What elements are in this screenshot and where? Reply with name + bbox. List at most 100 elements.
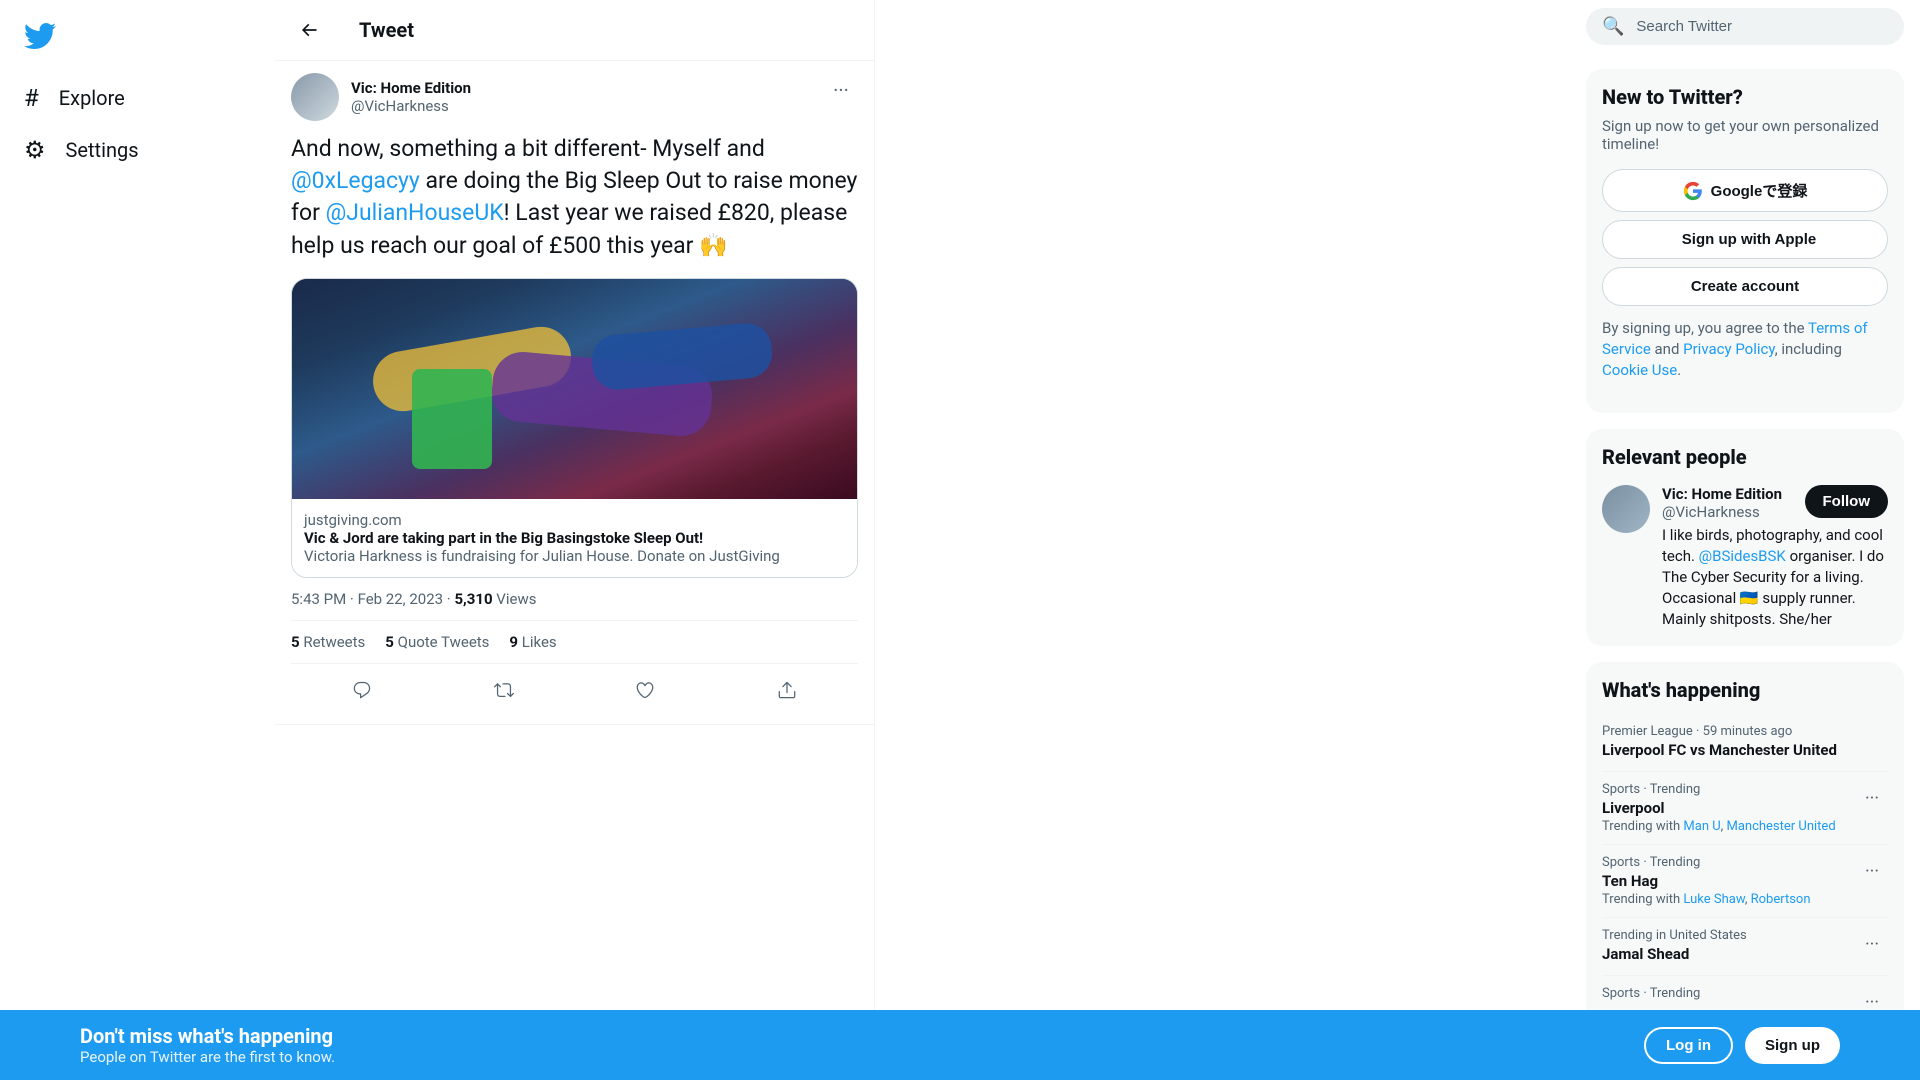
tweet-stats: 5 Retweets 5 Quote Tweets 9 Likes bbox=[291, 620, 858, 664]
trend-link-robertson[interactable]: Robertson bbox=[1751, 892, 1811, 907]
right-sidebar: 🔍 New to Twitter? Sign up now to get you… bbox=[1570, 0, 1920, 1080]
share-icon bbox=[777, 680, 797, 700]
tweet-image-canvas bbox=[292, 279, 857, 499]
hashtag-icon: # bbox=[24, 84, 39, 112]
sidebar: # Explore ⚙ Settings bbox=[0, 0, 275, 1080]
trend-more-button[interactable]: ··· bbox=[1856, 782, 1888, 814]
terms-text: By signing up, you agree to the Terms of… bbox=[1602, 318, 1888, 381]
banner-signup-button[interactable]: Sign up bbox=[1745, 1027, 1840, 1064]
like-button[interactable] bbox=[627, 672, 663, 708]
trend-row: Trending in United States Jamal Shead ··… bbox=[1602, 928, 1888, 965]
trend-more-button[interactable]: ··· bbox=[1856, 928, 1888, 960]
tweet-more-button[interactable]: ··· bbox=[824, 73, 858, 107]
likes-stat: 9 Likes bbox=[509, 633, 556, 651]
trend-meta: Premier League · 59 minutes ago bbox=[1602, 724, 1837, 739]
gear-icon: ⚙ bbox=[24, 136, 46, 164]
trend-link-manutd[interactable]: Manchester United bbox=[1726, 819, 1835, 834]
tweet-time: 5:43 PM · Feb 22, 2023 bbox=[291, 590, 443, 608]
trend-content: Sports · Trending Liverpool Trending wit… bbox=[1602, 782, 1836, 834]
trend-name: Jamal Shead bbox=[1602, 945, 1747, 963]
tweet-page-header: Tweet bbox=[275, 0, 874, 61]
sidebar-item-settings[interactable]: ⚙ Settings bbox=[12, 124, 151, 176]
mention-link-legacy[interactable]: @0xLegacyy bbox=[291, 167, 420, 194]
person-handle[interactable]: @VicHarkness bbox=[1662, 503, 1782, 521]
person-name[interactable]: Vic: Home Edition bbox=[1662, 485, 1782, 503]
trend-row: Sports · Trending Ten Hag Trending with … bbox=[1602, 855, 1888, 907]
apple-signup-button[interactable]: Sign up with Apple bbox=[1602, 220, 1888, 259]
mention-link-julian[interactable]: @JulianHouseUK bbox=[326, 199, 504, 226]
share-button[interactable] bbox=[769, 672, 805, 708]
heart-icon bbox=[635, 680, 655, 700]
new-to-twitter-panel: New to Twitter? Sign up now to get your … bbox=[1586, 69, 1904, 413]
person-name-handle: Vic: Home Edition @VicHarkness bbox=[1662, 485, 1782, 521]
link-preview-text: justgiving.com Vic & Jord are taking par… bbox=[292, 499, 857, 577]
create-account-button[interactable]: Create account bbox=[1602, 267, 1888, 306]
back-button[interactable] bbox=[291, 12, 327, 48]
sidebar-item-explore-label: Explore bbox=[59, 86, 125, 110]
bottom-banner: Don't miss what's happening People on Tw… bbox=[0, 1010, 1920, 1080]
trend-content: Premier League · 59 minutes ago Liverpoo… bbox=[1602, 724, 1837, 761]
cookie-use-link[interactable]: Cookie Use bbox=[1602, 361, 1677, 379]
trend-item-liverpool[interactable]: Sports · Trending Liverpool Trending wit… bbox=[1602, 772, 1888, 845]
trend-content: Trending in United States Jamal Shead bbox=[1602, 928, 1747, 965]
trend-name: Ten Hag bbox=[1602, 872, 1811, 890]
trend-content: Sports · Trending Ten Hag Trending with … bbox=[1602, 855, 1811, 907]
twitter-logo[interactable] bbox=[12, 8, 68, 68]
tweet-body: Vic: Home Edition @VicHarkness ··· And n… bbox=[275, 61, 874, 725]
apple-signup-label: Sign up with Apple bbox=[1682, 231, 1816, 248]
trend-content: Sports · Trending bbox=[1602, 986, 1700, 1001]
banner-login-button[interactable]: Log in bbox=[1644, 1027, 1733, 1064]
tweet-views-label: Views bbox=[496, 590, 536, 608]
new-to-twitter-subtitle: Sign up now to get your own personalized… bbox=[1602, 117, 1888, 153]
trend-item-jamal[interactable]: Trending in United States Jamal Shead ··… bbox=[1602, 918, 1888, 976]
google-signup-label: Googleで登録 bbox=[1711, 180, 1808, 201]
author-name[interactable]: Vic: Home Edition bbox=[351, 79, 471, 97]
tweet-link-preview-card[interactable]: justgiving.com Vic & Jord are taking par… bbox=[291, 278, 858, 578]
trend-link-lukeshaw[interactable]: Luke Shaw bbox=[1683, 892, 1744, 907]
banner-text: Don't miss what's happening People on Tw… bbox=[80, 1024, 335, 1066]
tweet-author-row: Vic: Home Edition @VicHarkness ··· bbox=[291, 73, 858, 121]
link-description: Victoria Harkness is fundraising for Jul… bbox=[304, 547, 845, 565]
trend-meta: Sports · Trending bbox=[1602, 986, 1700, 1001]
trend-meta: Trending in United States bbox=[1602, 928, 1747, 943]
google-icon bbox=[1683, 181, 1703, 201]
tweet-actions bbox=[291, 668, 858, 712]
trend-desc: Trending with Man U, Manchester United bbox=[1602, 819, 1836, 834]
new-to-twitter-title: New to Twitter? bbox=[1602, 85, 1888, 109]
privacy-policy-link[interactable]: Privacy Policy bbox=[1683, 340, 1775, 358]
follow-button[interactable]: Follow bbox=[1805, 485, 1889, 518]
trend-meta: Sports · Trending bbox=[1602, 855, 1811, 870]
whats-happening-title: What's happening bbox=[1602, 678, 1888, 702]
retweet-button[interactable] bbox=[486, 672, 522, 708]
person-info: Vic: Home Edition @VicHarkness Follow I … bbox=[1662, 485, 1888, 630]
tweet-timestamp: 5:43 PM · Feb 22, 2023 · 5,310 Views bbox=[291, 590, 858, 608]
relevant-people-title: Relevant people bbox=[1602, 445, 1888, 469]
quote-tweets-stat: 5 Quote Tweets bbox=[385, 633, 489, 651]
sidebar-item-explore[interactable]: # Explore bbox=[12, 72, 137, 124]
reply-button[interactable] bbox=[344, 672, 380, 708]
trend-link-manu[interactable]: Man U bbox=[1683, 819, 1720, 834]
author-handle[interactable]: @VicHarkness bbox=[351, 97, 471, 115]
trend-row: Sports · Trending Liverpool Trending wit… bbox=[1602, 782, 1888, 834]
search-bar: 🔍 bbox=[1586, 0, 1904, 53]
search-icon: 🔍 bbox=[1602, 16, 1624, 37]
search-input[interactable] bbox=[1636, 18, 1888, 35]
google-signup-button[interactable]: Googleで登録 bbox=[1602, 169, 1888, 212]
trend-item-liverpool-match[interactable]: Premier League · 59 minutes ago Liverpoo… bbox=[1602, 714, 1888, 772]
relevant-people-panel: Relevant people Vic: Home Edition @VicHa… bbox=[1586, 429, 1904, 646]
person-bio: I like birds, photography, and cool tech… bbox=[1662, 525, 1888, 630]
bsides-mention-link[interactable]: @BSidesBSK bbox=[1699, 547, 1786, 565]
twitter-logo-icon bbox=[24, 20, 56, 52]
back-arrow-icon bbox=[299, 20, 319, 40]
trend-more-button[interactable]: ··· bbox=[1856, 855, 1888, 887]
banner-actions: Log in Sign up bbox=[1644, 1027, 1840, 1064]
author-details: Vic: Home Edition @VicHarkness bbox=[351, 79, 471, 115]
search-input-wrapper[interactable]: 🔍 bbox=[1586, 8, 1904, 45]
create-account-label: Create account bbox=[1691, 278, 1799, 295]
banner-secondary-text: People on Twitter are the first to know. bbox=[80, 1048, 335, 1066]
trend-desc: Trending with Luke Shaw, Robertson bbox=[1602, 892, 1811, 907]
trend-item-tenhag[interactable]: Sports · Trending Ten Hag Trending with … bbox=[1602, 845, 1888, 918]
trend-meta: Sports · Trending bbox=[1602, 782, 1836, 797]
person-avatar[interactable] bbox=[1602, 485, 1650, 533]
author-avatar[interactable] bbox=[291, 73, 339, 121]
